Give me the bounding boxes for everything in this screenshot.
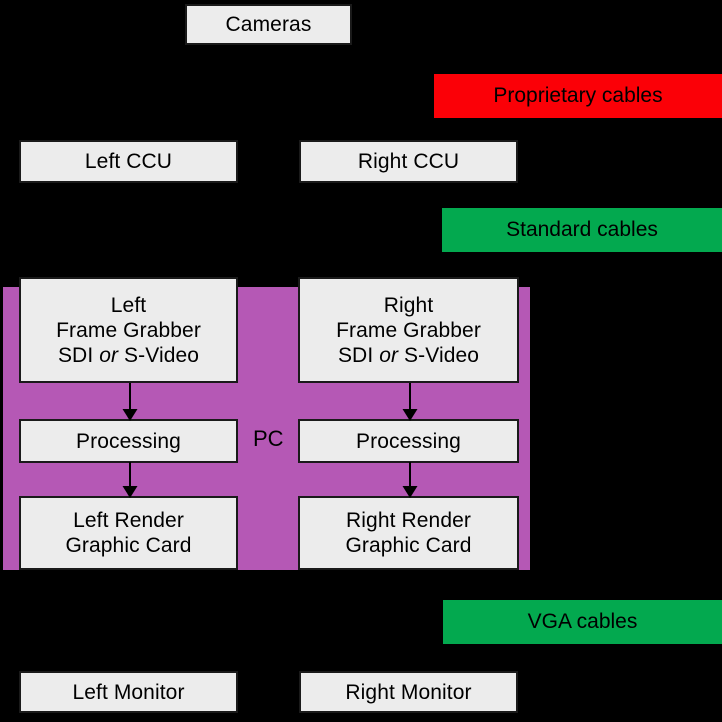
node-right-processing-label: Processing: [356, 429, 461, 453]
node-cameras[interactable]: Cameras: [185, 4, 352, 45]
right-fg-sdi: SDI: [337, 343, 380, 367]
node-right-frame-grabber-line3: SDI or S-Video: [338, 343, 479, 368]
arrow-right-processing-to-render: [402, 462, 418, 498]
node-left-frame-grabber[interactable]: Left Frame Grabber SDI or S-Video: [19, 277, 238, 383]
right-fg-svideo: S-Video: [398, 343, 480, 367]
node-right-frame-grabber[interactable]: Right Frame Grabber SDI or S-Video: [298, 277, 519, 383]
node-left-processing[interactable]: Processing: [19, 419, 238, 463]
node-right-monitor[interactable]: Right Monitor: [299, 671, 518, 713]
pc-label: PC: [253, 426, 284, 451]
cable-label-standard-text: Standard cables: [506, 218, 658, 241]
left-fg-svideo: S-Video: [118, 343, 200, 367]
node-left-monitor[interactable]: Left Monitor: [19, 671, 238, 713]
node-right-frame-grabber-line2: Frame Grabber: [336, 318, 481, 342]
cable-label-vga-text: VGA cables: [527, 610, 638, 633]
node-left-frame-grabber-line3: SDI or S-Video: [58, 343, 199, 368]
node-left-render-graphic-card[interactable]: Left Render Graphic Card: [19, 496, 238, 570]
node-left-ccu-label: Left CCU: [84, 150, 173, 173]
node-left-monitor-label: Left Monitor: [72, 680, 185, 704]
node-right-render-line2: Graphic Card: [345, 534, 472, 557]
node-cameras-label: Cameras: [225, 13, 312, 36]
node-left-frame-grabber-line1: Left: [110, 293, 147, 317]
diagram-canvas: PC Cameras Proprietary cables Left CCU R…: [0, 0, 722, 722]
node-right-ccu[interactable]: Right CCU: [299, 140, 518, 183]
arrow-left-processing-to-render: [122, 462, 138, 498]
node-right-monitor-label: Right Monitor: [345, 680, 472, 704]
left-fg-or: or: [99, 343, 119, 367]
cable-label-proprietary: Proprietary cables: [434, 74, 722, 118]
left-fg-sdi: SDI: [57, 343, 100, 367]
cable-label-standard: Standard cables: [442, 208, 722, 252]
node-left-render-line2: Graphic Card: [65, 534, 192, 557]
arrow-right-grabber-to-processing: [402, 383, 418, 421]
node-right-render-line1: Right Render: [346, 509, 471, 532]
pc-enclosure-left-rail: [3, 287, 19, 570]
node-left-ccu[interactable]: Left CCU: [19, 140, 238, 183]
pc-enclosure-band-upper: [3, 383, 530, 423]
arrow-left-grabber-to-processing: [122, 383, 138, 421]
pc-enclosure-right-rail: [519, 287, 530, 570]
node-right-render-graphic-card[interactable]: Right Render Graphic Card: [298, 496, 519, 570]
right-fg-or: or: [379, 343, 399, 367]
node-right-ccu-label: Right CCU: [357, 150, 460, 173]
node-right-frame-grabber-line1: Right: [383, 293, 434, 317]
cable-label-vga: VGA cables: [443, 600, 722, 644]
cable-label-proprietary-text: Proprietary cables: [493, 84, 663, 107]
node-right-processing[interactable]: Processing: [298, 419, 519, 463]
node-left-frame-grabber-line2: Frame Grabber: [56, 318, 201, 342]
node-left-render-line1: Left Render: [73, 509, 184, 532]
pc-enclosure-band-lower: [3, 459, 530, 500]
node-left-processing-label: Processing: [76, 429, 181, 453]
